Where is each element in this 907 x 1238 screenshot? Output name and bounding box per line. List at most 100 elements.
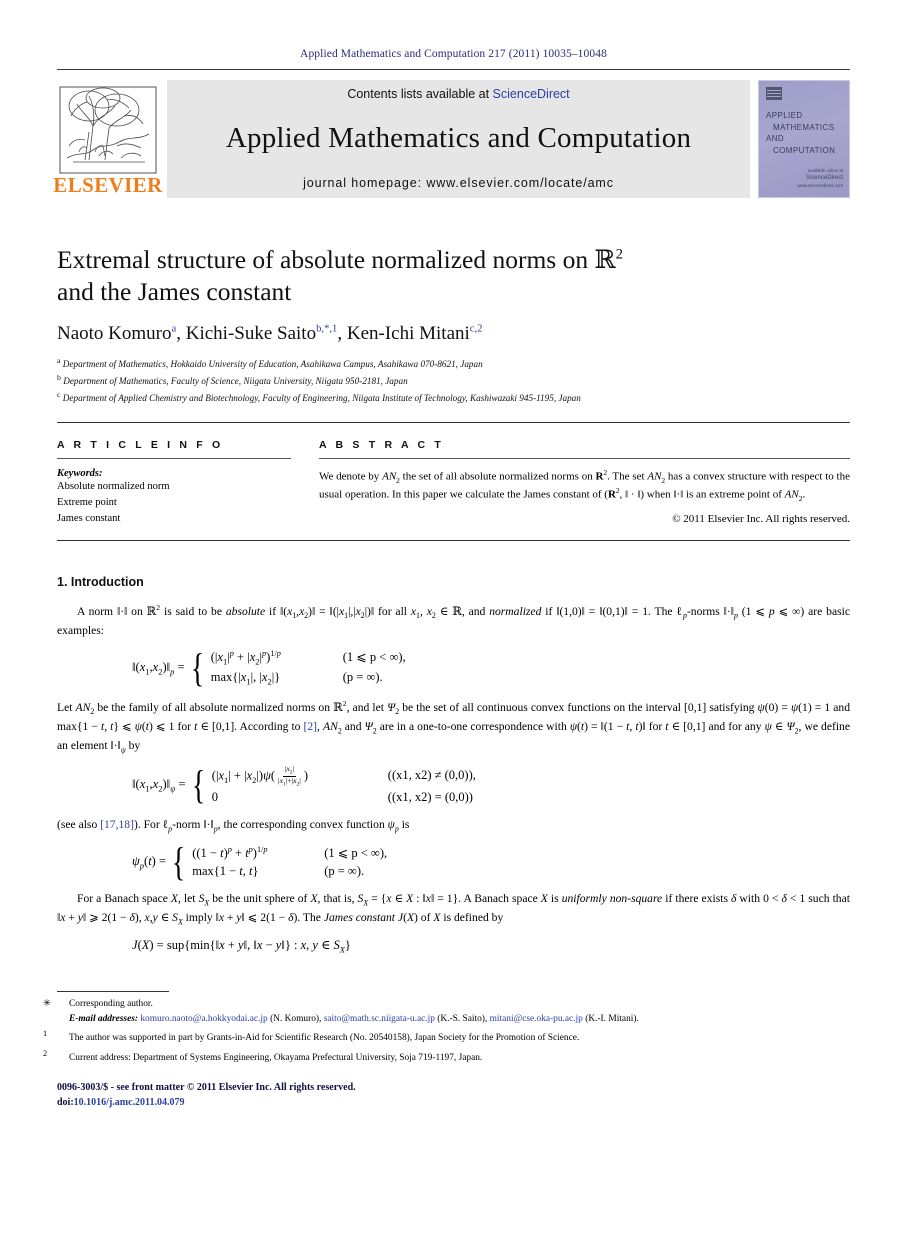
journal-band: Contents lists available at ScienceDirec… — [167, 80, 750, 198]
footnote-mark-2: 2 — [43, 1048, 48, 1058]
abstract-copyright: © 2011 Elsevier Inc. All rights reserved… — [672, 513, 850, 526]
paragraph-2: Let AN2 be the family of all absolute no… — [57, 698, 850, 754]
cover-title-text: APPLIED MATHEMATICS AND COMPUTATION — [766, 110, 842, 156]
equation-psi-norm: ‖(x1,x2)‖ψ = { (|x1| + |x2|)ψ(|x2| |x1|+|… — [132, 762, 850, 808]
issn-line: 0096-3003/$ - see front matter © 2011 El… — [57, 1081, 356, 1093]
running-head: Applied Mathematics and Computation 217 … — [300, 48, 607, 60]
equation-psi-p-case1-cond: (1 ⩽ p < ∞), — [324, 846, 388, 861]
footnote-note-2: 2 Current address: Department of Systems … — [43, 1047, 850, 1066]
info-divider-bottom — [57, 540, 850, 542]
abstract-text: We denote by AN2 the set of all absolute… — [319, 469, 850, 504]
article-title-line-1: Extremal structure of absolute normalize… — [57, 245, 595, 274]
email-owner-1: (N. Komuro) — [270, 1013, 320, 1024]
keyword-item: Absolute normalized norm — [57, 481, 170, 493]
article-title-line-2: and the James constant — [57, 277, 292, 307]
article-info-heading: A R T I C L E I N F O — [57, 439, 224, 452]
footnote-corresponding-text: Corresponding author. — [69, 998, 153, 1009]
header-divider — [57, 69, 850, 70]
elsevier-logo: ELSEVIER — [53, 80, 162, 198]
journal-cover-thumbnail[interactable]: APPLIED MATHEMATICS AND COMPUTATION avai… — [758, 80, 850, 198]
cover-badge-small: available online at — [807, 167, 843, 173]
equation-james-body: J(X) = sup{min{‖x + y‖, ‖x − y‖} : x, y … — [132, 938, 351, 955]
equation-psi-case2-lhs: 0 — [211, 789, 219, 804]
left-brace-icon: { — [191, 762, 205, 808]
equation-lp-case1-lhs: (|x1|p + |x2|p)1/p — [210, 649, 281, 667]
article-info-column: A R T I C L E I N F O Keywords: Absolute… — [57, 439, 291, 526]
left-brace-icon: { — [190, 645, 204, 691]
doi-line: doi:10.1016/j.amc.2011.04.079 — [57, 1095, 850, 1110]
sciencedirect-link[interactable]: ScienceDirect — [493, 87, 570, 101]
equation-psi-lhs: ‖(x1,x2)‖ψ = — [132, 777, 186, 794]
contents-prefix: Contents lists available at — [347, 87, 493, 101]
email-link-1[interactable]: komuro.naoto@a.hokkyodai.ac.jp — [140, 1014, 267, 1024]
footnote-mark-1: 1 — [43, 1029, 48, 1039]
author-name-1: Naoto Komuro — [57, 323, 172, 345]
affiliation-mark-b: b — [57, 373, 61, 383]
article-title: Extremal structure of absolute normalize… — [57, 244, 850, 307]
doi-label: doi: — [57, 1096, 74, 1108]
doi-link[interactable]: 10.1016/j.amc.2011.04.079 — [74, 1097, 185, 1108]
cover-line-3: AND — [766, 134, 785, 144]
citation-link-17-18[interactable]: [17,18] — [100, 818, 134, 831]
paragraph-3-post: ). For ℓp-norm ‖·‖p, the corresponding c… — [133, 818, 410, 834]
elsevier-wordmark: ELSEVIER — [53, 173, 163, 197]
keywords-list: Absolute normalized norm Extreme point J… — [57, 479, 291, 526]
affiliation-item: b Department of Mathematics, Faculty of … — [57, 372, 850, 389]
equation-psi-p: ψp(t) = { ((1 − t)p + tp)1/p (1 ⩽ p < ∞),… — [132, 839, 850, 885]
email-link-3[interactable]: mitani@cse.oka-pu.ac.jp — [490, 1014, 583, 1024]
equation-psi-p-case2-lhs: max{1 − t, t} — [192, 864, 259, 879]
email-owner-3: (K.-I. Mitani) — [585, 1013, 637, 1024]
author-name-2: Kichi-Suke Saito — [185, 323, 317, 345]
info-divider-top — [57, 422, 850, 424]
journal-title: Applied Mathematics and Computation — [225, 121, 692, 154]
journal-masthead: ELSEVIER Contents lists available at Sci… — [53, 80, 850, 198]
section-heading-introduction: 1. Introduction — [57, 575, 144, 590]
paragraph-1: A norm ‖·‖ on ℝ2 is said to be absolute … — [57, 603, 851, 638]
footnote-note-1: 1 The author was supported in part by Gra… — [43, 1027, 850, 1046]
paragraph-3-pre: (see also — [57, 818, 101, 832]
footnote-block: ✳ Corresponding author. E-mail addresses:… — [43, 990, 850, 1066]
affiliation-list: a Department of Mathematics, Hokkaido Un… — [57, 355, 850, 406]
real-numbers-exponent: 2 — [615, 246, 624, 263]
footnote-note-1-text: The author was supported in part by Gran… — [69, 1033, 580, 1044]
email-link-2[interactable]: saito@math.sc.niigata-u.ac.jp — [324, 1014, 435, 1024]
affiliation-item: c Department of Applied Chemistry and Bi… — [57, 389, 850, 406]
equation-psi-case2-cond: ((x1, x2) = (0,0)) — [387, 789, 473, 804]
citation-link-2[interactable]: [2] — [304, 720, 318, 733]
cover-line-1: APPLIED — [766, 111, 803, 120]
affiliation-mark-c: c — [57, 390, 61, 400]
keywords-label: Keywords: — [57, 468, 103, 480]
equation-lp-cases: { (|x1|p + |x2|p)1/p (1 ⩽ p < ∞), max{|x1… — [185, 645, 406, 691]
journal-homepage-link[interactable]: journal homepage: www.elsevier.com/locat… — [303, 176, 614, 190]
left-brace-icon: { — [171, 839, 186, 885]
affiliation-text-c: Department of Applied Chemistry and Biot… — [62, 393, 581, 404]
equation-psi-p-case2-cond: (p = ∞). — [324, 864, 365, 879]
abstract-column: A B S T R A C T We denote by AN2 the set… — [319, 439, 850, 526]
equation-lp-norm: ‖(x1,x2)‖p = { (|x1|p + |x2|p)1/p (1 ⩽ p … — [132, 648, 850, 688]
abstract-heading: A B S T R A C T — [319, 439, 444, 452]
info-abstract-region: A R T I C L E I N F O Keywords: Absolute… — [57, 439, 850, 526]
cover-line-2: MATHEMATICS — [773, 122, 835, 132]
abstract-rule — [319, 458, 850, 460]
equation-lp-case1-cond: (1 ⩽ p < ∞), — [342, 650, 406, 665]
email-addresses-label: E-mail addresses: — [69, 1013, 139, 1024]
equation-psi-cases: { (|x1| + |x2|)ψ(|x2| |x1|+|x2|) ((x1, x2… — [186, 762, 475, 808]
author-list: Naoto Komuroa, Kichi-Suke Saitob,*,1, Ke… — [57, 323, 483, 345]
author-name-3: Ken-Ichi Mitani — [346, 323, 470, 345]
article-body: 1. Introduction A norm ‖·‖ on ℝ2 is said… — [57, 575, 850, 954]
footnote-corresponding-author: ✳ Corresponding author. — [43, 997, 850, 1012]
asterisk-icon: ✳ — [43, 998, 51, 1009]
cover-badge-url: www.sciencedirect.com — [797, 183, 843, 189]
author-marks-2[interactable]: b,*,1 — [316, 324, 337, 335]
cover-line-4: COMPUTATION — [773, 145, 836, 155]
email-owner-2: (K.-S. Saito) — [437, 1013, 485, 1024]
cover-publisher-icon — [766, 87, 782, 100]
affiliation-text-b: Department of Mathematics, Faculty of Sc… — [63, 376, 408, 387]
imprint-block: 0096-3003/$ - see front matter © 2011 El… — [57, 1080, 850, 1110]
cover-badge-big: ScienceDirect — [805, 175, 843, 182]
equation-lp-case2-lhs: max{|x1|, |x2|} — [210, 670, 281, 687]
cover-sciencedirect-badge: available online at ScienceDirect www.sc… — [797, 168, 843, 190]
contents-available-line: Contents lists available at ScienceDirec… — [347, 87, 569, 101]
author-marks-3[interactable]: c,2 — [470, 324, 483, 335]
author-marks-1[interactable]: a — [172, 324, 177, 335]
